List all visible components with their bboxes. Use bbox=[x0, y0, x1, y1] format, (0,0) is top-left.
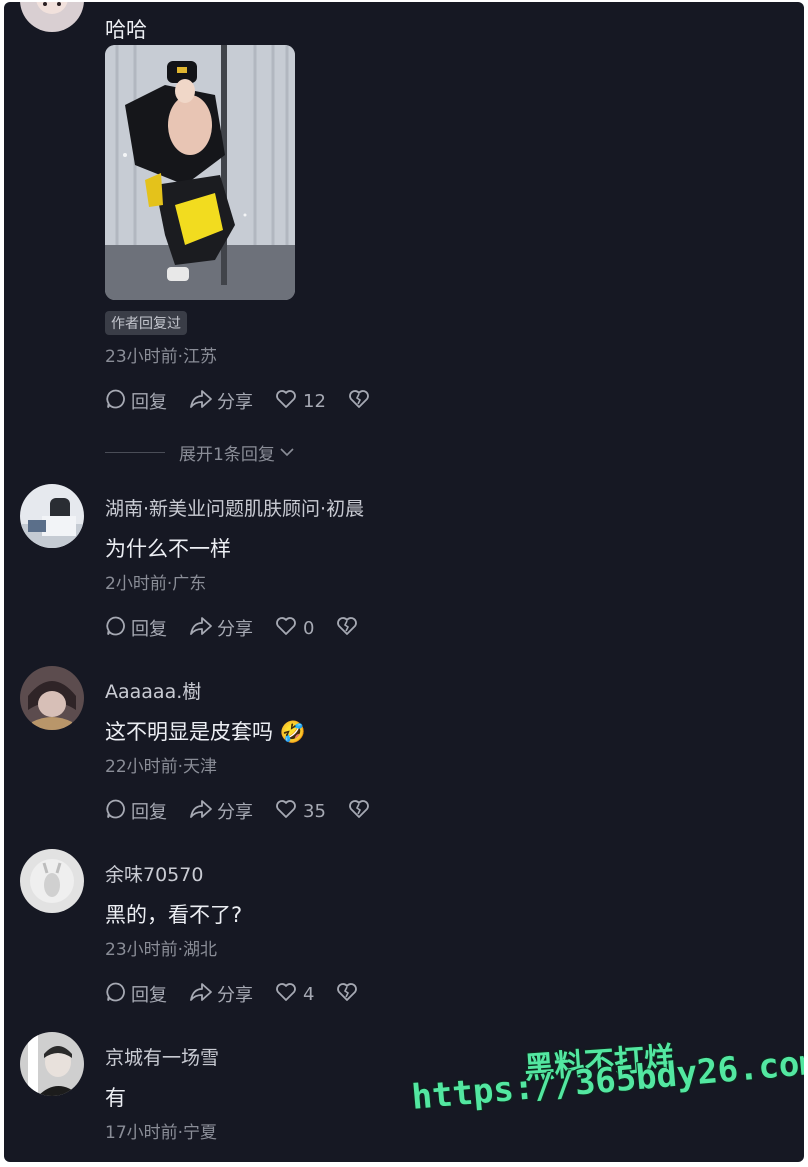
reply-button[interactable]: 回复 bbox=[105, 798, 167, 825]
share-button[interactable]: 分享 bbox=[189, 798, 253, 825]
reply-label: 回复 bbox=[131, 392, 167, 413]
dislike-button[interactable] bbox=[336, 982, 362, 1007]
heart-icon bbox=[275, 799, 301, 824]
broken-heart-icon bbox=[348, 799, 374, 824]
comment-username[interactable]: 湖南·新美业问题肌肤顾问·初晨 bbox=[105, 494, 364, 521]
avatar[interactable] bbox=[20, 2, 84, 32]
author-replied-badge: 作者回复过 bbox=[105, 311, 187, 335]
comment-text: 为什么不一样 bbox=[105, 537, 231, 561]
comment-username[interactable]: Aaaaaa.樹 bbox=[105, 677, 201, 704]
reply-label: 回复 bbox=[131, 985, 167, 1006]
expand-replies-label: 展开1条回复 bbox=[179, 445, 275, 465]
comment-text: 哈哈 bbox=[105, 18, 147, 42]
share-label: 分享 bbox=[217, 985, 253, 1006]
share-button[interactable]: 分享 bbox=[189, 615, 253, 642]
share-label: 分享 bbox=[217, 392, 253, 413]
comment-text: 有 bbox=[105, 1086, 126, 1110]
share-icon bbox=[189, 981, 217, 1008]
like-count: 35 bbox=[303, 800, 326, 822]
comment-meta: 23小时前·湖北 bbox=[105, 940, 218, 960]
like-count: 4 bbox=[303, 983, 315, 1005]
reply-icon bbox=[105, 798, 131, 825]
comment-actions: 回复 分享 0 bbox=[105, 613, 384, 643]
share-icon bbox=[189, 798, 217, 825]
comment-text: 这不明显是皮套吗 🤣 bbox=[105, 720, 306, 744]
heart-icon bbox=[275, 616, 301, 641]
reply-icon bbox=[105, 615, 131, 642]
like-count: 0 bbox=[303, 617, 315, 639]
heart-icon bbox=[275, 982, 301, 1007]
reply-button[interactable]: 回复 bbox=[105, 615, 167, 642]
comment-actions: 回复 分享 12 bbox=[105, 386, 396, 416]
comment-panel: 哈哈 作者回复过 23小时前·江苏 回复 分享 12 展开1条回复 湖南·新美业… bbox=[4, 2, 804, 1162]
share-icon bbox=[189, 615, 217, 642]
comment-meta: 22小时前·天津 bbox=[105, 757, 218, 777]
like-count: 12 bbox=[303, 390, 326, 412]
comment-meta: 23小时前·江苏 bbox=[105, 347, 218, 367]
broken-heart-icon bbox=[348, 389, 374, 414]
share-icon bbox=[189, 388, 217, 415]
heart-icon bbox=[275, 389, 301, 414]
comment-meta: 17小时前·宁夏 bbox=[105, 1123, 218, 1143]
reply-icon bbox=[105, 388, 131, 415]
reply-label: 回复 bbox=[131, 619, 167, 640]
reply-icon bbox=[105, 981, 131, 1008]
avatar[interactable] bbox=[20, 849, 84, 913]
chevron-down-icon bbox=[279, 443, 295, 463]
like-button[interactable]: 0 bbox=[275, 616, 314, 641]
comment-actions: 回复 分享 35 bbox=[105, 796, 396, 826]
avatar[interactable] bbox=[20, 484, 84, 548]
share-button[interactable]: 分享 bbox=[189, 388, 253, 415]
like-button[interactable]: 35 bbox=[275, 799, 326, 824]
reply-button[interactable]: 回复 bbox=[105, 388, 167, 415]
like-button[interactable]: 12 bbox=[275, 389, 326, 414]
share-label: 分享 bbox=[217, 619, 253, 640]
comment-username[interactable]: 京城有一场雪 bbox=[105, 1043, 219, 1070]
like-button[interactable]: 4 bbox=[275, 982, 314, 1007]
watermark: 黑料不打烊 https://365bdy26.com bbox=[406, 1038, 804, 1156]
comment-username[interactable]: 余味70570 bbox=[105, 860, 203, 887]
dislike-button[interactable] bbox=[348, 799, 374, 824]
reply-button[interactable]: 回复 bbox=[105, 981, 167, 1008]
broken-heart-icon bbox=[336, 982, 362, 1007]
dislike-button[interactable] bbox=[348, 389, 374, 414]
share-label: 分享 bbox=[217, 802, 253, 823]
avatar[interactable] bbox=[20, 1032, 84, 1096]
divider-line bbox=[105, 452, 165, 453]
expand-replies-button[interactable]: 展开1条回复 bbox=[105, 440, 295, 465]
share-button[interactable]: 分享 bbox=[189, 981, 253, 1008]
comment-meta: 2小时前·广东 bbox=[105, 574, 207, 594]
broken-heart-icon bbox=[336, 616, 362, 641]
dislike-button[interactable] bbox=[336, 616, 362, 641]
comment-text: 黑的，看不了? bbox=[105, 903, 243, 927]
comment-actions: 回复 分享 4 bbox=[105, 979, 384, 1009]
avatar[interactable] bbox=[20, 666, 84, 730]
reply-label: 回复 bbox=[131, 802, 167, 823]
comment-image[interactable] bbox=[105, 45, 295, 300]
